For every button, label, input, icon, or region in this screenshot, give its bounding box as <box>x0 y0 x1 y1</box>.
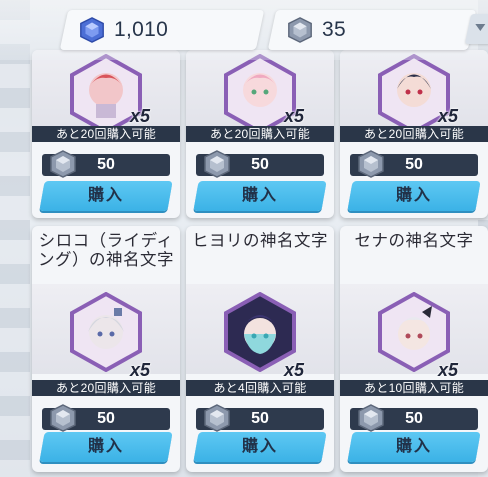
price-value: 50 <box>251 410 269 427</box>
eligma-icon <box>286 16 314 44</box>
buy-button-label: 購入 <box>87 438 124 455</box>
background-left <box>0 0 30 477</box>
price-tag: 50 <box>350 150 478 178</box>
buy-button-label: 購入 <box>395 187 432 204</box>
shop-item-card[interactable]: x5 あと20回購入可能 50 購入 <box>32 50 180 218</box>
item-quantity: x5 <box>129 360 150 380</box>
pyroxene-icon <box>78 16 106 44</box>
pyroxene-value: 1,010 <box>114 18 169 41</box>
price-tag: 50 <box>196 404 324 432</box>
buy-button[interactable]: 購入 <box>39 181 173 211</box>
shop-item-card[interactable]: x5 あと20回購入可能 50 購入 <box>340 50 488 218</box>
item-quantity: x5 <box>129 106 150 126</box>
item-quantity: x5 <box>437 106 458 126</box>
shop-item-card[interactable]: セナの神名文字 x5 あと10回購入可能 50 購入 <box>340 226 488 472</box>
price-value: 50 <box>405 410 423 427</box>
purchase-limit: あと20回購入可能 <box>186 126 334 142</box>
buy-button[interactable]: 購入 <box>347 432 481 462</box>
buy-button-label: 購入 <box>87 187 124 204</box>
buy-button[interactable]: 購入 <box>193 432 327 462</box>
buy-button[interactable]: 購入 <box>193 181 327 211</box>
buy-button[interactable]: 購入 <box>347 181 481 211</box>
chevron-down-icon <box>475 24 486 31</box>
purchase-limit: あと4回購入可能 <box>186 380 334 396</box>
item-name: セナの神名文字 <box>354 232 474 250</box>
item-name: シロコ（ライディング）の神名文字 <box>38 232 174 269</box>
buy-button-label: 購入 <box>395 438 432 455</box>
item-quantity: x5 <box>283 360 304 380</box>
item-quantity: x5 <box>283 106 304 126</box>
eligma-counter[interactable]: 35 <box>267 10 477 50</box>
price-tag: 50 <box>42 150 170 178</box>
item-quantity: x5 <box>437 360 458 380</box>
price-value: 50 <box>251 156 269 173</box>
pyroxene-counter[interactable]: 1,010 <box>59 10 265 50</box>
purchase-limit: あと20回購入可能 <box>340 126 488 142</box>
shop-item-card[interactable]: ヒヨリの神名文字 x5 あと4回購入可能 50 購入 <box>186 226 334 472</box>
purchase-limit: あと20回購入可能 <box>32 126 180 142</box>
price-tag: 50 <box>196 150 324 178</box>
shop-item-card[interactable]: x5 あと20回購入可能 50 購入 <box>186 50 334 218</box>
price-value: 50 <box>97 410 115 427</box>
shop-item-card[interactable]: シロコ（ライディング）の神名文字 x5 あと20回購入可能 50 購入 <box>32 226 180 472</box>
price-tag: 50 <box>42 404 170 432</box>
buy-button-label: 購入 <box>241 187 278 204</box>
price-value: 50 <box>405 156 423 173</box>
eligma-value: 35 <box>322 18 346 41</box>
price-value: 50 <box>97 156 115 173</box>
buy-button-label: 購入 <box>241 438 278 455</box>
buy-button[interactable]: 購入 <box>39 432 173 462</box>
currency-bar: 1,010 35 <box>0 0 488 60</box>
item-name: ヒヨリの神名文字 <box>192 232 328 250</box>
purchase-limit: あと20回購入可能 <box>32 380 180 396</box>
price-tag: 50 <box>350 404 478 432</box>
purchase-limit: あと10回購入可能 <box>340 380 488 396</box>
